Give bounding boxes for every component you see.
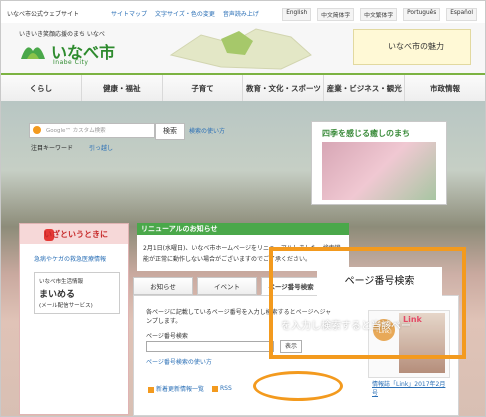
- four-seasons-panel[interactable]: 四季を感じる癒しのまち: [311, 121, 447, 205]
- lang-spanish[interactable]: Español: [446, 8, 477, 21]
- mail-service-line2: まいめる: [39, 290, 76, 300]
- tab-events[interactable]: イベント: [197, 277, 257, 295]
- callout-text: を入力し検索すると当該ペー: [281, 321, 411, 332]
- hero-area: Google™ カスタム検索 検索 検索の使い方 注目キーワード 引っ越し 四季…: [1, 101, 485, 416]
- main-nav: くらし 健康・福祉 子育て 教育・文化・スポーツ 産業・ビジネス・観光 市政情報: [1, 73, 485, 104]
- site-header: いきいき笑顔応援のまち いなべ いなべ市 Inabe City いなべ市の魅力: [1, 23, 485, 73]
- emergency-header: いざというときに: [20, 224, 128, 244]
- renewal-title: リニューアルのお知らせ: [137, 223, 349, 235]
- four-seasons-image: [322, 142, 436, 200]
- lang-english[interactable]: English: [282, 8, 312, 21]
- city-map-illustration: [169, 28, 312, 70]
- page-number-input[interactable]: [146, 341, 274, 352]
- rss-icon: [212, 385, 219, 392]
- callout-label: ページ番号検索: [317, 267, 442, 297]
- search-button[interactable]: 検索: [155, 123, 185, 140]
- mail-service-line3: (メール配信サービス): [39, 303, 93, 309]
- tutorial-callout: ページ番号検索 を入力し検索すると当該ペー: [269, 247, 466, 359]
- lang-zh-simplified[interactable]: 中文简体字: [317, 8, 355, 21]
- city-appeal-banner[interactable]: いなべ市の魅力: [353, 29, 471, 65]
- new-info-link[interactable]: 新着更新情報一覧: [148, 384, 204, 393]
- browser-frame: いなべ市公式ウェブサイト サイトマップ 文字サイズ・色の変更 音声読み上げ En…: [0, 0, 486, 417]
- site-tagline: いきいき笑顔応援のまち いなべ: [19, 31, 105, 38]
- nav-health-welfare[interactable]: 健康・福祉: [82, 75, 163, 103]
- keywords-label: 注目キーワード: [31, 145, 74, 152]
- emergency-panel: いざというときに 急病やケガの救急医療情報 いなべ市生活情報 まいめる (メール…: [19, 223, 129, 415]
- voice-reading-link[interactable]: 音声読み上げ: [223, 9, 259, 18]
- page-number-label: ページ番号検索: [146, 333, 188, 340]
- mail-service-banner[interactable]: いなべ市生活情報 まいめる (メール配信サービス): [34, 272, 120, 314]
- new-info-label: 新着更新情報一覧: [156, 386, 205, 393]
- lang-zh-traditional[interactable]: 中文繁体字: [360, 8, 398, 21]
- keyword-link[interactable]: 引っ越し: [89, 143, 113, 152]
- feed-links: 新着更新情報一覧 RSS: [148, 384, 232, 393]
- page-search-howto-link[interactable]: ページ番号検索の使い方: [146, 357, 212, 366]
- rss-link[interactable]: RSS: [212, 385, 232, 392]
- nav-childcare[interactable]: 子育て: [163, 75, 244, 103]
- nav-education-culture[interactable]: 教育・文化・スポーツ: [243, 75, 325, 103]
- sitemap-link[interactable]: サイトマップ: [111, 9, 147, 18]
- utility-links: サイトマップ 文字サイズ・色の変更 音声読み上げ: [111, 9, 259, 18]
- search-icon: [33, 126, 41, 134]
- site-subtitle: Inabe City: [53, 59, 89, 66]
- city-appeal-label: いなべ市の魅力: [388, 42, 444, 51]
- nav-city-info[interactable]: 市政情報: [405, 75, 485, 103]
- emergency-title: いざというときに: [44, 230, 108, 239]
- nav-kurashi[interactable]: くらし: [1, 75, 82, 103]
- nav-industry-tourism[interactable]: 産業・ビジネス・観光: [324, 75, 406, 103]
- search-input[interactable]: Google™ カスタム検索: [29, 123, 155, 138]
- search-placeholder: Google™ カスタム検索: [46, 128, 106, 134]
- new-info-icon: [148, 386, 154, 393]
- site-name: いなべ市公式ウェブサイト: [7, 11, 80, 18]
- magazine-caption-link[interactable]: 情報誌「Link」2017年2月号: [372, 380, 448, 398]
- lang-portuguese[interactable]: Português: [403, 8, 441, 21]
- rss-label: RSS: [220, 385, 232, 392]
- city-logo-icon[interactable]: [19, 39, 47, 63]
- emergency-medical-link[interactable]: 急病やケガの救急医療情報: [34, 254, 106, 263]
- utility-bar: いなべ市公式ウェブサイト サイトマップ 文字サイズ・色の変更 音声読み上げ En…: [1, 1, 485, 24]
- four-seasons-title: 四季を感じる癒しのまち: [322, 129, 410, 138]
- search-help-link[interactable]: 検索の使い方: [189, 126, 225, 135]
- tab-highlight-oval: [253, 371, 343, 401]
- mail-service-line1: いなべ市生活情報: [39, 279, 84, 285]
- language-switcher: English 中文简体字 中文繁体字 Português Español: [282, 8, 477, 21]
- tab-news[interactable]: お知らせ: [133, 277, 193, 295]
- text-size-link[interactable]: 文字サイズ・色の変更: [155, 9, 215, 18]
